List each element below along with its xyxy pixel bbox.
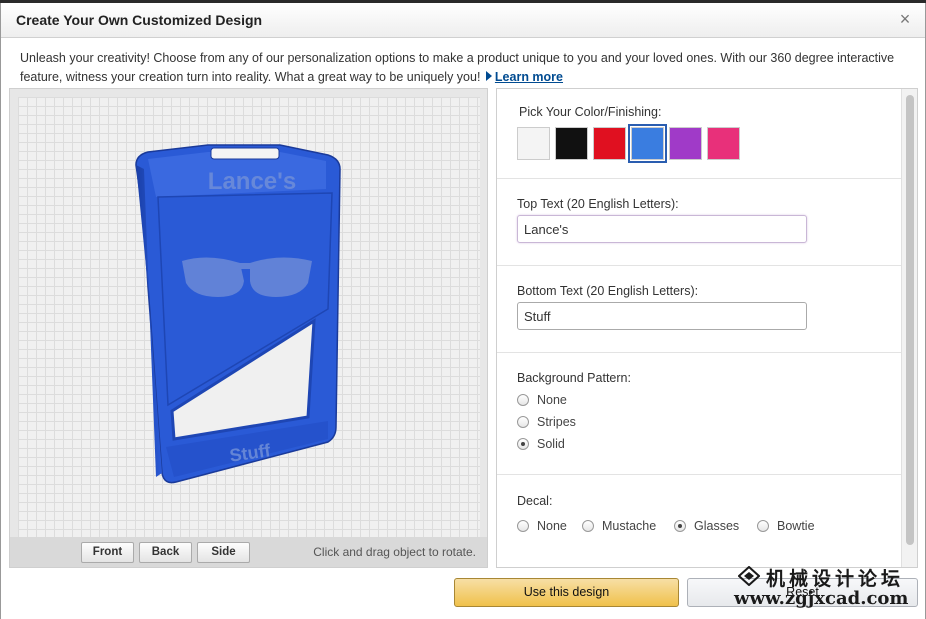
decal-option-glasses[interactable]: Glasses xyxy=(674,519,739,533)
decal-radio-bowtie[interactable] xyxy=(757,520,769,532)
color-section: Pick Your Color/Finishing: xyxy=(497,89,901,179)
bottom-text-label: Bottom Text (20 English Letters): xyxy=(517,284,699,298)
viewer-toolbar: Front Back Side Click and drag object to… xyxy=(10,537,487,567)
color-swatch-red[interactable] xyxy=(593,127,626,160)
color-label: Pick Your Color/Finishing: xyxy=(519,105,662,119)
bottom-text-section: Bottom Text (20 English Letters): xyxy=(497,266,901,353)
background-pattern-label: Background Pattern: xyxy=(517,371,631,385)
pattern-radio-stripes[interactable] xyxy=(517,416,529,428)
decal-radio-glasses[interactable] xyxy=(674,520,686,532)
decal-option-bowtie[interactable]: Bowtie xyxy=(757,519,815,533)
pattern-option-solid[interactable]: Solid xyxy=(517,437,565,451)
background-pattern-section: Background Pattern: None Stripes Solid xyxy=(497,353,901,475)
learn-more-link[interactable]: Learn more xyxy=(484,70,563,84)
color-swatch-pink[interactable] xyxy=(707,127,740,160)
decal-option-label: None xyxy=(537,519,567,533)
badge-holder-model[interactable]: Lance's Stuff xyxy=(18,97,480,537)
pattern-option-stripes[interactable]: Stripes xyxy=(517,415,576,429)
decal-option-label: Mustache xyxy=(602,519,657,533)
reset-button[interactable]: Reset xyxy=(687,578,918,607)
close-icon[interactable]: × xyxy=(895,9,915,29)
decal-option-none[interactable]: None xyxy=(517,519,567,533)
options-scrollbar[interactable] xyxy=(901,89,917,567)
decal-radio-mustache[interactable] xyxy=(582,520,594,532)
decal-section: Decal: None Mustache Glasses Bowtie xyxy=(497,475,901,567)
pattern-option-label: Stripes xyxy=(537,415,576,429)
top-text-input[interactable] xyxy=(517,215,807,243)
decal-option-label: Bowtie xyxy=(777,519,815,533)
decal-radio-none[interactable] xyxy=(517,520,529,532)
top-text-section: Top Text (20 English Letters): xyxy=(497,179,901,266)
bottom-text-input[interactable] xyxy=(517,302,807,330)
pattern-radio-solid[interactable] xyxy=(517,438,529,450)
3d-viewer: Lance's Stuff Front Back Side Click and … xyxy=(9,88,488,568)
decal-option-label: Glasses xyxy=(694,519,740,533)
color-swatch-black[interactable] xyxy=(555,127,588,160)
model-top-text: Lance's xyxy=(208,168,296,195)
options-panel: Pick Your Color/Finishing: Top Text (20 … xyxy=(496,88,918,568)
play-triangle-icon xyxy=(485,71,492,81)
intro-text: Unleash your creativity! Choose from any… xyxy=(20,51,895,84)
decal-label: Decal: xyxy=(517,494,553,508)
pattern-option-label: None xyxy=(537,393,567,407)
pattern-option-none[interactable]: None xyxy=(517,393,567,407)
pattern-radio-none[interactable] xyxy=(517,394,529,406)
rotate-hint: Click and drag object to rotate. xyxy=(313,545,476,559)
side-view-button[interactable]: Side xyxy=(197,542,250,563)
dialog-title: Create Your Own Customized Design xyxy=(16,12,263,28)
front-view-button[interactable]: Front xyxy=(81,542,134,563)
viewer-canvas[interactable]: Lance's Stuff xyxy=(18,97,480,537)
scrollbar-thumb[interactable] xyxy=(906,95,914,545)
decal-option-mustache[interactable]: Mustache xyxy=(582,519,656,533)
color-swatch-white[interactable] xyxy=(517,127,550,160)
color-swatch-blue[interactable] xyxy=(628,124,667,163)
lanyard-slot xyxy=(210,147,280,160)
dialog-title-bar: Create Your Own Customized Design × xyxy=(1,3,925,38)
learn-more-label: Learn more xyxy=(494,70,564,84)
use-this-design-button[interactable]: Use this design xyxy=(454,578,679,607)
intro-paragraph: Unleash your creativity! Choose from any… xyxy=(20,49,900,87)
top-text-label: Top Text (20 English Letters): xyxy=(517,197,679,211)
color-swatch-purple[interactable] xyxy=(669,127,702,160)
pattern-option-label: Solid xyxy=(537,437,565,451)
back-view-button[interactable]: Back xyxy=(139,542,192,563)
